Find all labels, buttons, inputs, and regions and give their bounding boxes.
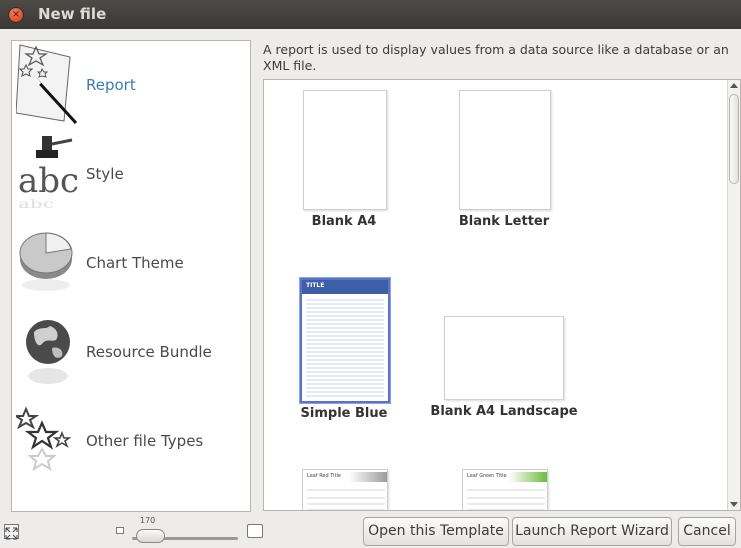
category-other-file-types[interactable]: Other file Types	[12, 397, 250, 486]
category-list: Report abc abc Style Chart Theme Resourc…	[11, 40, 251, 512]
thumbnail-title: Leaf Red Title	[307, 473, 341, 479]
category-style[interactable]: abc abc Style	[12, 130, 250, 219]
category-label: Resource Bundle	[86, 343, 212, 361]
template-blank-a4[interactable]: Blank A4	[294, 90, 394, 230]
expand-arrows-icon	[5, 527, 18, 540]
category-resource-bundle[interactable]: Resource Bundle	[12, 308, 250, 397]
expand-icon[interactable]	[4, 524, 19, 540]
thumbnail-table-lines	[307, 489, 385, 510]
thumbnail-title: Leaf Green Title	[467, 473, 507, 479]
thumbnail-leaf-banner	[349, 472, 387, 482]
category-label: Report	[86, 76, 136, 94]
template-thumbnail	[459, 90, 551, 210]
launch-report-wizard-button[interactable]: Launch Report Wizard	[512, 517, 672, 546]
magic-wand-icon	[16, 44, 78, 125]
svg-text:abc: abc	[18, 197, 54, 211]
category-label: Other file Types	[86, 432, 204, 450]
template-thumbnail: Leaf Red Title	[302, 469, 388, 510]
scroll-down-arrow-icon[interactable]	[730, 502, 738, 507]
cancel-button[interactable]: Cancel	[678, 517, 736, 546]
template-name: Blank A4	[311, 214, 377, 229]
scroll-up-arrow-icon[interactable]	[730, 83, 738, 88]
title-bar: × New file	[0, 0, 741, 29]
zoom-out-icon	[116, 527, 124, 534]
stars-icon	[16, 406, 72, 472]
thumbnail-leaf-banner	[509, 472, 547, 482]
globe-icon	[26, 320, 70, 384]
template-thumbnail	[444, 316, 564, 400]
template-scrollbar[interactable]	[727, 80, 740, 510]
svg-text:abc: abc	[18, 161, 79, 201]
template-name: Blank Letter	[458, 214, 550, 229]
zoom-value: 170	[140, 516, 156, 525]
category-report[interactable]: Report	[12, 41, 250, 130]
open-template-button[interactable]: Open this Template	[363, 517, 509, 546]
scroll-thumb[interactable]	[729, 94, 739, 184]
template-thumbnail: Leaf Green Title	[462, 469, 548, 510]
window-title: New file	[38, 5, 107, 23]
template-blank-a4-landscape[interactable]: Blank A4 Landscape	[429, 316, 579, 426]
thumbnail-table-lines	[467, 489, 545, 510]
template-thumbnail	[303, 90, 387, 210]
thumbnail-header: TITLE	[302, 280, 388, 294]
thumbnail-table-lines	[306, 299, 384, 397]
close-window-button[interactable]: ×	[8, 7, 24, 23]
template-leaf-green[interactable]: Leaf Green Title	[454, 469, 554, 510]
template-blank-letter[interactable]: Blank Letter	[444, 90, 564, 230]
pie-chart-icon	[19, 232, 73, 291]
template-gallery: Blank A4 Blank Letter TITLE Simple Blue …	[263, 79, 741, 511]
zoom-slider-knob[interactable]	[136, 529, 165, 543]
template-thumbnail: TITLE	[300, 278, 390, 403]
category-label: Style	[86, 165, 124, 183]
category-chart-theme[interactable]: Chart Theme	[12, 219, 250, 308]
template-name: Blank A4 Landscape	[430, 404, 578, 419]
template-simple-blue[interactable]: TITLE Simple Blue	[294, 278, 394, 423]
zoom-in-icon	[247, 524, 263, 538]
thumbnail-title: TITLE	[306, 282, 325, 289]
template-leaf-red[interactable]: Leaf Red Title	[294, 469, 394, 510]
paint-brush-abc-icon: abc abc	[18, 136, 79, 211]
template-name: Simple Blue	[300, 406, 388, 421]
category-label: Chart Theme	[86, 254, 184, 272]
template-description: A report is used to display values from …	[263, 42, 729, 73]
